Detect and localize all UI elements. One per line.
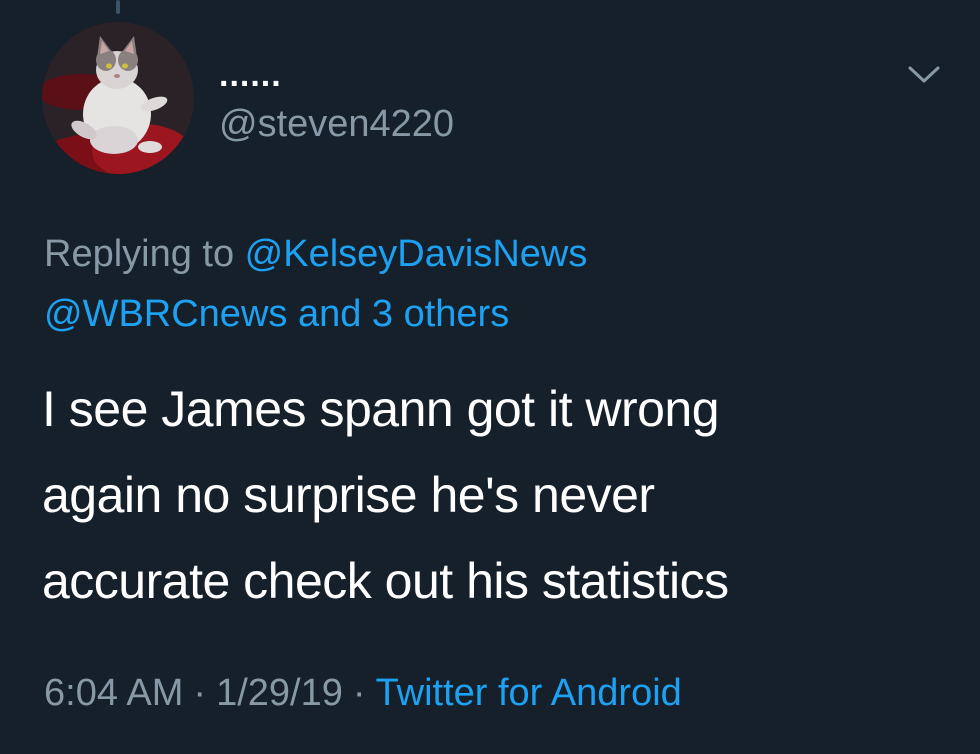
avatar[interactable]	[42, 22, 194, 174]
replying-to-others: @WBRCnews and 3 others	[44, 291, 509, 337]
tweet-source-link[interactable]: Twitter for Android	[376, 672, 682, 714]
replying-to-label: Replying to	[44, 233, 245, 275]
tweet-text-line: again no surprise he's never	[42, 467, 655, 523]
tweet-date: 1/29/19	[216, 672, 343, 714]
separator-dot: ·	[352, 672, 366, 714]
user-handle[interactable]: @steven4220	[219, 102, 454, 146]
separator-dot: ·	[193, 672, 207, 714]
mention-link-primary[interactable]: @KelseyDavisNews	[245, 233, 588, 275]
mention-link-others[interactable]: @WBRCnews and 3 others	[44, 293, 509, 335]
tweet-time: 6:04 AM	[44, 672, 184, 714]
thread-connector-line	[116, 0, 120, 14]
cat-avatar-image	[42, 22, 194, 174]
tweet-metadata: 6:04 AM · 1/29/19 · Twitter for Android	[44, 670, 682, 716]
tweet-text-line: accurate check out his statistics	[42, 553, 729, 609]
display-name[interactable]: ......	[219, 58, 282, 92]
chevron-down-icon[interactable]	[904, 60, 944, 88]
tweet-text-line: I see James spann got it wrong	[42, 381, 720, 437]
tweet-body: I see James spann got it wrong again no …	[42, 366, 942, 624]
replying-to-line: Replying to @KelseyDavisNews	[44, 231, 587, 277]
